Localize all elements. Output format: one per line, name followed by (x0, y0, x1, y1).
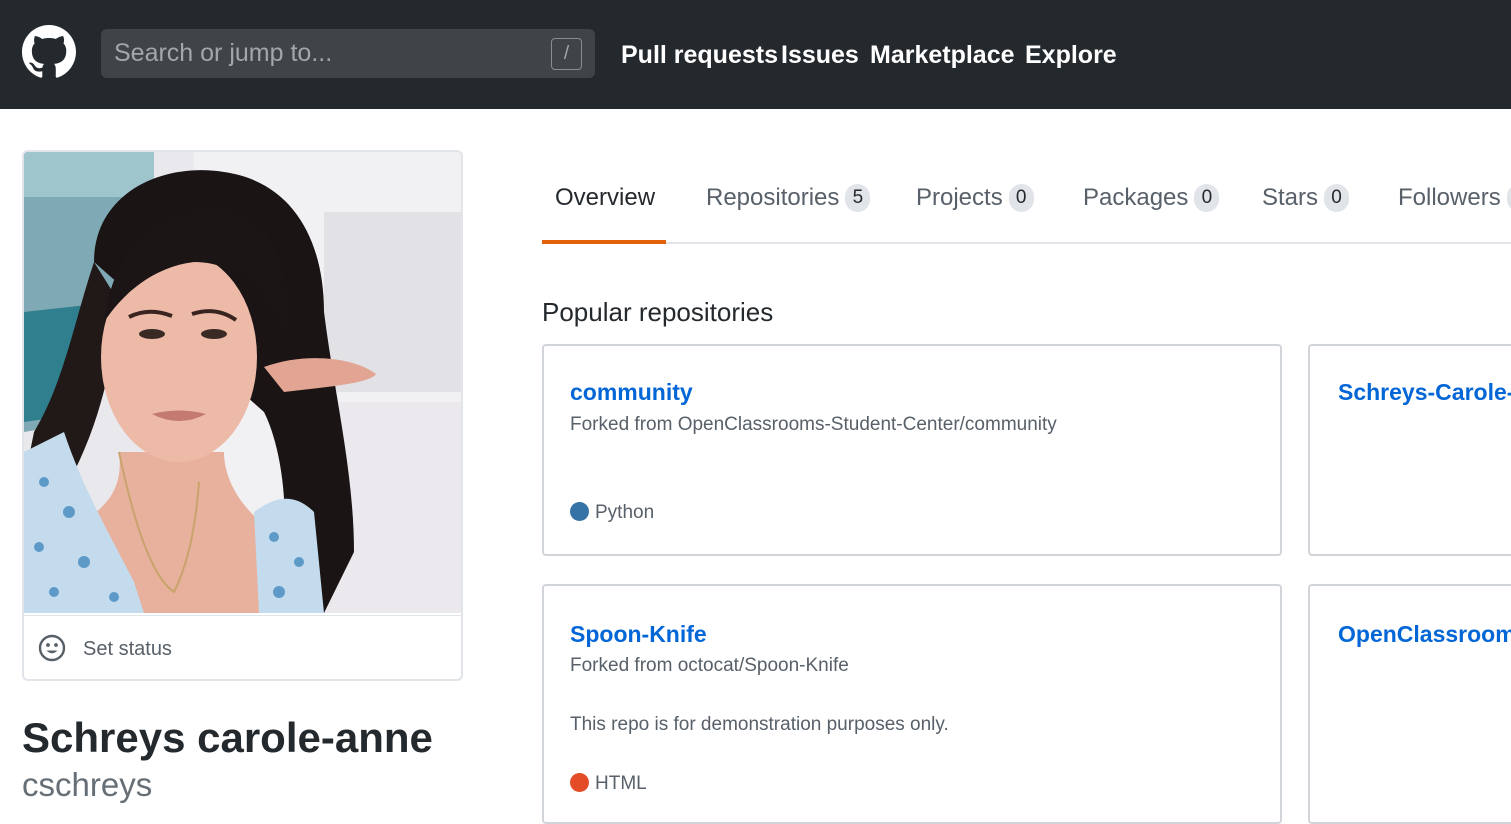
tab-counter: 0 (1324, 184, 1350, 212)
python-language-dot-icon (570, 502, 589, 521)
nav-explore[interactable]: Explore (1025, 38, 1117, 72)
search-box: / (101, 29, 595, 78)
tab-stars[interactable]: Stars 0 (1262, 181, 1350, 244)
repo-language-label: HTML (595, 773, 647, 794)
avatar-card: Set status (22, 150, 463, 681)
nav-pull-requests[interactable]: Pull requests (621, 38, 778, 72)
tab-repositories[interactable]: Repositories 5 (706, 181, 871, 244)
repo-language: HTML (570, 771, 647, 797)
tab-label: Projects (916, 184, 1003, 211)
html-language-dot-icon (570, 773, 589, 792)
tab-counter: 5 (845, 184, 871, 212)
repo-card: Spoon-Knife Forked from octocat/Spoon-Kn… (542, 584, 1282, 824)
repo-name-link[interactable]: OpenClassroomP (1338, 618, 1511, 650)
set-status-label: Set status (83, 638, 172, 660)
repo-forked-from: Forked from octocat/Spoon-Knife (570, 655, 849, 676)
repo-language: Python (570, 500, 654, 526)
tab-label: Packages (1083, 184, 1189, 211)
profile-username: cschreys (22, 766, 153, 803)
repo-name-link[interactable]: Schreys-Carole-A (1338, 376, 1511, 408)
repo-forked-from: Forked from OpenClassrooms-Student-Cente… (570, 414, 1057, 435)
repo-card: Schreys-Carole-A (1308, 344, 1511, 556)
repo-name-link[interactable]: community (570, 376, 693, 408)
tab-counter: 0 (1506, 184, 1511, 212)
tab-counter: 0 (1194, 184, 1220, 212)
tab-followers[interactable]: Followers0 (1398, 181, 1511, 244)
nav-issues[interactable]: Issues (781, 38, 859, 72)
repo-name-link[interactable]: Spoon-Knife (570, 618, 707, 650)
smiley-icon (38, 634, 66, 662)
tab-overview[interactable]: Overview (555, 181, 655, 244)
set-status-button[interactable]: Set status (24, 615, 461, 679)
search-shortcut-key: / (551, 38, 582, 70)
tab-label: Stars (1262, 184, 1319, 211)
repo-card: OpenClassroomP (1308, 584, 1511, 824)
repo-language-label: Python (595, 502, 655, 523)
tab-label: Overview (555, 184, 656, 211)
github-logo-icon[interactable] (22, 25, 76, 79)
repo-description: This repo is for demonstration purposes … (570, 714, 949, 735)
top-header: / Pull requests Issues Marketplace Explo… (0, 0, 1511, 109)
profile-full-name: Schreys carole-anne (22, 714, 433, 761)
tab-counter: 0 (1008, 184, 1034, 212)
search-input[interactable] (101, 29, 541, 78)
repo-card: community Forked from OpenClassrooms-Stu… (542, 344, 1282, 556)
tab-projects[interactable]: Projects 0 (916, 181, 1034, 244)
tab-label: Followers (1398, 184, 1501, 211)
tab-packages[interactable]: Packages 0 (1083, 181, 1220, 244)
avatar[interactable] (24, 152, 461, 613)
nav-marketplace[interactable]: Marketplace (870, 38, 1015, 72)
popular-repositories-title: Popular repositories (542, 297, 774, 327)
tab-label: Repositories (706, 184, 840, 211)
